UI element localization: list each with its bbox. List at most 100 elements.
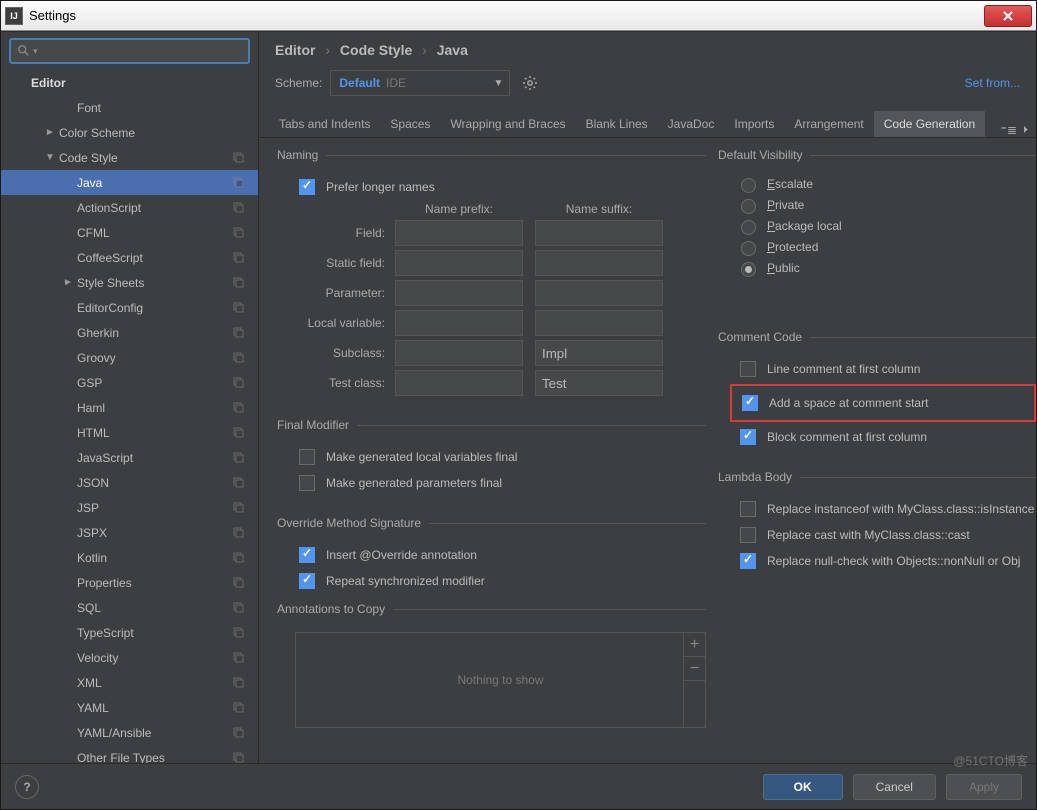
tree-item-properties[interactable]: Properties bbox=[1, 570, 258, 595]
prefer-longer-names-checkbox[interactable]: Prefer longer names bbox=[295, 176, 706, 198]
name-prefix-input[interactable] bbox=[395, 370, 523, 396]
breadcrumb-item[interactable]: Java bbox=[437, 42, 468, 58]
visibility-private-radio[interactable]: Private bbox=[736, 196, 1036, 214]
tab-code-generation[interactable]: Code Generation bbox=[874, 111, 985, 137]
name-prefix-input[interactable] bbox=[395, 280, 523, 306]
tree-item-xml[interactable]: XML bbox=[1, 670, 258, 695]
tab-blank-lines[interactable]: Blank Lines bbox=[576, 111, 658, 137]
name-suffix-input[interactable] bbox=[535, 220, 663, 246]
tree-item-other-file-types[interactable]: Other File Types bbox=[1, 745, 258, 763]
checkbox-label: Replace cast with MyClass.class::cast bbox=[767, 528, 970, 542]
repeat-synchronized-checkbox[interactable]: Repeat synchronized modifier bbox=[295, 570, 706, 592]
checkbox-input[interactable] bbox=[740, 501, 756, 517]
checkbox-input[interactable] bbox=[299, 449, 315, 465]
tab-wrapping-and-braces[interactable]: Wrapping and Braces bbox=[440, 111, 575, 137]
tab-arrangement[interactable]: Arrangement bbox=[784, 111, 873, 137]
checkbox-input[interactable] bbox=[742, 395, 758, 411]
tree-item-velocity[interactable]: Velocity bbox=[1, 645, 258, 670]
line-comment-first-col-checkbox[interactable]: Line comment at first column bbox=[736, 358, 1036, 380]
tree-item-code-style[interactable]: ▼Code Style bbox=[1, 145, 258, 170]
radio-input[interactable] bbox=[741, 199, 756, 214]
checkbox-input[interactable] bbox=[740, 429, 756, 445]
tree-item-actionscript[interactable]: ActionScript bbox=[1, 195, 258, 220]
tree-section-editor[interactable]: Editor bbox=[1, 70, 258, 95]
checkbox-input[interactable] bbox=[740, 361, 756, 377]
radio-input[interactable] bbox=[741, 220, 756, 235]
tree-item-java[interactable]: Java bbox=[1, 170, 258, 195]
tab-imports[interactable]: Imports bbox=[724, 111, 784, 137]
ok-button[interactable]: OK bbox=[763, 774, 843, 800]
checkbox-input[interactable] bbox=[740, 553, 756, 569]
set-from-link[interactable]: Set from... bbox=[965, 76, 1020, 90]
apply-button[interactable]: Apply bbox=[946, 774, 1022, 800]
help-button[interactable]: ? bbox=[15, 775, 39, 799]
scheme-dropdown[interactable]: Default IDE ▼ bbox=[330, 70, 510, 96]
replace-cast-checkbox[interactable]: Replace cast with MyClass.class::cast bbox=[736, 524, 1036, 546]
tab-spaces[interactable]: Spaces bbox=[380, 111, 440, 137]
name-suffix-input[interactable] bbox=[535, 310, 663, 336]
tree-item-font[interactable]: Font bbox=[1, 95, 258, 120]
tree-item-haml[interactable]: Haml bbox=[1, 395, 258, 420]
final-params-checkbox[interactable]: Make generated parameters final bbox=[295, 472, 706, 494]
visibility-protected-radio[interactable]: Protected bbox=[736, 238, 1036, 256]
tree-item-color-scheme[interactable]: ►Color Scheme bbox=[1, 120, 258, 145]
tree-item-groovy[interactable]: Groovy bbox=[1, 345, 258, 370]
tab-tabs-and-indents[interactable]: Tabs and Indents bbox=[269, 111, 380, 137]
replace-instanceof-checkbox[interactable]: Replace instanceof with MyClass.class::i… bbox=[736, 498, 1036, 520]
visibility-public-radio[interactable]: Public bbox=[736, 259, 1036, 277]
tab-overflow-icon[interactable]: ⏵ bbox=[1023, 125, 1028, 136]
checkbox-input[interactable] bbox=[299, 179, 315, 195]
name-prefix-input[interactable] bbox=[395, 220, 523, 246]
search-input[interactable]: ▾ bbox=[9, 38, 250, 64]
window-close-button[interactable] bbox=[984, 5, 1032, 27]
final-local-vars-checkbox[interactable]: Make generated local variables final bbox=[295, 446, 706, 468]
add-annotation-button[interactable]: + bbox=[684, 633, 705, 657]
scheme-gear-button[interactable] bbox=[518, 71, 542, 95]
tree-item-yaml-ansible[interactable]: YAML/Ansible bbox=[1, 720, 258, 745]
tree-item-cfml[interactable]: CFML bbox=[1, 220, 258, 245]
tree-item-style-sheets[interactable]: ►Style Sheets bbox=[1, 270, 258, 295]
checkbox-input[interactable] bbox=[740, 527, 756, 543]
tree-item-label: Groovy bbox=[77, 351, 116, 365]
name-prefix-input[interactable] bbox=[395, 310, 523, 336]
remove-annotation-button[interactable]: − bbox=[684, 657, 705, 681]
insert-override-checkbox[interactable]: Insert @Override annotation bbox=[295, 544, 706, 566]
tree-item-sql[interactable]: SQL bbox=[1, 595, 258, 620]
radio-input[interactable] bbox=[741, 241, 756, 256]
checkbox-input[interactable] bbox=[299, 547, 315, 563]
annotations-list[interactable]: Nothing to show + − bbox=[295, 632, 706, 728]
name-suffix-input[interactable] bbox=[535, 280, 663, 306]
name-suffix-input[interactable] bbox=[535, 340, 663, 366]
tree-item-jspx[interactable]: JSPX bbox=[1, 520, 258, 545]
tree-item-coffeescript[interactable]: CoffeeScript bbox=[1, 245, 258, 270]
tab-list-icon[interactable]: ⁼≣ bbox=[1001, 123, 1017, 137]
checkbox-input[interactable] bbox=[299, 475, 315, 491]
block-comment-first-col-checkbox[interactable]: Block comment at first column bbox=[736, 426, 1036, 448]
tree-item-gherkin[interactable]: Gherkin bbox=[1, 320, 258, 345]
tree-item-jsp[interactable]: JSP bbox=[1, 495, 258, 520]
tab-javadoc[interactable]: JavaDoc bbox=[658, 111, 725, 137]
replace-nullcheck-checkbox[interactable]: Replace null-check with Objects::nonNull… bbox=[736, 550, 1036, 572]
tree-item-yaml[interactable]: YAML bbox=[1, 695, 258, 720]
radio-input[interactable] bbox=[741, 262, 756, 277]
cancel-button[interactable]: Cancel bbox=[853, 774, 936, 800]
settings-tree[interactable]: EditorFont►Color Scheme▼Code StyleJavaAc… bbox=[1, 70, 258, 763]
tree-item-html[interactable]: HTML bbox=[1, 420, 258, 445]
name-suffix-input[interactable] bbox=[535, 370, 663, 396]
visibility-escalate-radio[interactable]: Escalate bbox=[736, 175, 1036, 193]
tree-item-editorconfig[interactable]: EditorConfig bbox=[1, 295, 258, 320]
checkbox-input[interactable] bbox=[299, 573, 315, 589]
name-suffix-input[interactable] bbox=[535, 250, 663, 276]
radio-input[interactable] bbox=[741, 178, 756, 193]
tree-item-javascript[interactable]: JavaScript bbox=[1, 445, 258, 470]
visibility-package-local-radio[interactable]: Package local bbox=[736, 217, 1036, 235]
tree-item-typescript[interactable]: TypeScript bbox=[1, 620, 258, 645]
breadcrumb-item[interactable]: Editor bbox=[275, 42, 315, 58]
name-prefix-input[interactable] bbox=[395, 340, 523, 366]
name-prefix-input[interactable] bbox=[395, 250, 523, 276]
tree-item-kotlin[interactable]: Kotlin bbox=[1, 545, 258, 570]
tree-item-json[interactable]: JSON bbox=[1, 470, 258, 495]
breadcrumb-item[interactable]: Code Style bbox=[340, 42, 412, 58]
tree-item-gsp[interactable]: GSP bbox=[1, 370, 258, 395]
add-space-comment-checkbox[interactable]: Add a space at comment start bbox=[738, 392, 1028, 414]
